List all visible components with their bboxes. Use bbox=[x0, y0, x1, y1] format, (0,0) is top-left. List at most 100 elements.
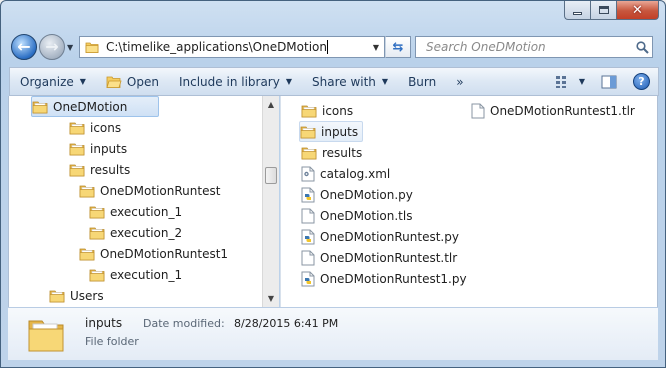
organize-menu[interactable]: Organize ▼ bbox=[10, 68, 96, 95]
address-dropdown[interactable]: ▼ bbox=[368, 43, 384, 52]
tree-item-onedmotionruntest1[interactable]: OneDMotionRuntest1 bbox=[79, 243, 228, 264]
include-in-library-menu[interactable]: Include in library ▼ bbox=[169, 68, 302, 95]
document-file-icon bbox=[471, 103, 485, 119]
help-button[interactable]: ? bbox=[633, 73, 650, 90]
forward-button[interactable]: → bbox=[39, 34, 65, 60]
scroll-up-icon[interactable]: ▲ bbox=[263, 96, 279, 113]
folder-icon bbox=[69, 142, 85, 156]
tree-item-execution-1-b[interactable]: execution_1 bbox=[89, 264, 182, 285]
details-type: File folder bbox=[85, 335, 139, 348]
tree-item-label: Users bbox=[70, 288, 104, 303]
tree-item-label: OneDMotion bbox=[53, 99, 128, 114]
tree-item-onedmotionruntest[interactable]: OneDMotionRuntest bbox=[79, 180, 220, 201]
burn-label: Burn bbox=[408, 74, 437, 89]
file-name: OneDMotion.tls bbox=[320, 208, 413, 223]
close-button[interactable]: ✕ bbox=[616, 1, 659, 20]
back-button[interactable]: ← bbox=[11, 34, 37, 60]
file-item-onedmotion-tls[interactable]: OneDMotion.tls bbox=[301, 205, 412, 226]
navigation-tree: OneDMotion icons inputs results OneDMoti… bbox=[8, 96, 262, 307]
open-button[interactable]: Open bbox=[96, 68, 169, 95]
tree-item-execution-2[interactable]: execution_2 bbox=[89, 222, 182, 243]
file-name: OneDMotionRuntest1.py bbox=[320, 271, 467, 286]
file-list: icons inputs results catalog.xml OneDMot… bbox=[280, 96, 658, 307]
file-item-results[interactable]: results bbox=[301, 142, 362, 163]
document-file-icon bbox=[301, 208, 315, 224]
include-in-library-label: Include in library bbox=[178, 74, 280, 89]
file-item-onedmotion-py[interactable]: OneDMotion.py bbox=[301, 184, 413, 205]
folder-icon bbox=[89, 205, 105, 219]
scrollbar-thumb[interactable] bbox=[265, 167, 277, 184]
file-item-onedmotionruntest1-tlr[interactable]: OneDMotionRuntest1.tlr bbox=[471, 100, 635, 121]
file-item-inputs[interactable]: inputs bbox=[299, 121, 364, 142]
xml-file-icon bbox=[301, 166, 315, 181]
maximize-icon bbox=[598, 6, 609, 14]
folder-icon bbox=[85, 42, 99, 53]
view-grid-icon bbox=[555, 75, 566, 88]
address-path[interactable]: C:\timelike_applications\OneDMotion bbox=[106, 40, 368, 55]
preview-pane-icon bbox=[601, 75, 617, 88]
forward-arrow-icon: → bbox=[45, 37, 59, 56]
address-bar[interactable]: C:\timelike_applications\OneDMotion ▼ bbox=[79, 36, 385, 58]
organize-label: Organize bbox=[20, 74, 74, 89]
minimize-icon bbox=[573, 12, 582, 15]
details-name: inputs bbox=[85, 316, 123, 330]
folder-icon bbox=[300, 125, 316, 139]
more-label: » bbox=[456, 74, 464, 89]
open-label: Open bbox=[126, 74, 159, 89]
refresh-button[interactable]: ⇆ bbox=[385, 36, 411, 58]
scroll-down-icon[interactable]: ▼ bbox=[263, 290, 279, 307]
folder-icon bbox=[32, 100, 48, 114]
tree-item-inputs[interactable]: inputs bbox=[69, 138, 127, 159]
command-bar: Organize ▼ Open Include in library ▼ Share… bbox=[9, 67, 659, 96]
file-item-catalog-xml[interactable]: catalog.xml bbox=[301, 163, 390, 184]
details-modified-label: Date modified: bbox=[143, 317, 225, 330]
folder-icon bbox=[301, 146, 317, 160]
caption-buttons: ✕ bbox=[564, 1, 659, 20]
file-name: icons bbox=[322, 103, 354, 118]
tree-item-label: icons bbox=[90, 120, 122, 135]
folder-icon bbox=[69, 121, 85, 135]
folder-icon bbox=[89, 226, 105, 240]
tree-item-users[interactable]: Users bbox=[49, 285, 104, 306]
python-file-icon bbox=[301, 229, 315, 245]
open-folder-icon bbox=[106, 76, 122, 88]
details-pane: inputs Date modified: 8/28/2015 6:41 PM … bbox=[8, 307, 658, 360]
file-item-onedmotionruntest-py[interactable]: OneDMotionRuntest.py bbox=[301, 226, 459, 247]
document-file-icon bbox=[301, 250, 315, 266]
tree-item-onedmotion[interactable]: OneDMotion bbox=[31, 96, 159, 117]
recent-pages-dropdown[interactable]: ▼ bbox=[67, 43, 73, 52]
chevron-down-icon: ▼ bbox=[381, 77, 389, 86]
chevron-down-icon: ▼ bbox=[79, 77, 86, 86]
more-commands-button[interactable]: » bbox=[446, 68, 473, 95]
file-item-onedmotionruntest-tlr[interactable]: OneDMotionRuntest.tlr bbox=[301, 247, 457, 268]
python-file-icon bbox=[301, 271, 315, 287]
details-modified-value: 8/28/2015 6:41 PM bbox=[234, 317, 339, 330]
search-box[interactable] bbox=[415, 36, 653, 58]
folder-icon bbox=[79, 247, 95, 261]
back-arrow-icon: ← bbox=[17, 37, 31, 56]
file-item-icons[interactable]: icons bbox=[301, 100, 353, 121]
file-name: OneDMotionRuntest.tlr bbox=[320, 250, 458, 265]
tree-item-label: execution_1 bbox=[110, 267, 183, 282]
file-name: OneDMotionRuntest1.tlr bbox=[490, 103, 635, 118]
burn-button[interactable]: Burn bbox=[398, 68, 446, 95]
file-item-onedmotionruntest1-py[interactable]: OneDMotionRuntest1.py bbox=[301, 268, 467, 289]
tree-item-label: execution_1 bbox=[110, 204, 183, 219]
minimize-button[interactable] bbox=[564, 1, 590, 20]
file-name: catalog.xml bbox=[320, 166, 391, 181]
tree-item-execution-1[interactable]: execution_1 bbox=[89, 201, 182, 222]
share-with-menu[interactable]: Share with ▼ bbox=[302, 68, 398, 95]
tree-item-results[interactable]: results bbox=[69, 159, 130, 180]
search-icon[interactable] bbox=[633, 40, 651, 54]
folder-icon bbox=[79, 184, 95, 198]
search-input[interactable] bbox=[424, 39, 633, 55]
tree-item-icons[interactable]: icons bbox=[69, 117, 121, 138]
tree-scrollbar[interactable]: ▲ ▼ bbox=[262, 96, 279, 307]
maximize-button[interactable] bbox=[590, 1, 616, 20]
change-view-button[interactable]: ▼ bbox=[547, 75, 593, 89]
folder-icon bbox=[301, 104, 317, 118]
preview-pane-button[interactable] bbox=[593, 75, 625, 89]
view-dropdown-icon: ▼ bbox=[578, 77, 585, 86]
refresh-icon: ⇆ bbox=[392, 39, 404, 55]
file-name: OneDMotion.py bbox=[320, 187, 413, 202]
